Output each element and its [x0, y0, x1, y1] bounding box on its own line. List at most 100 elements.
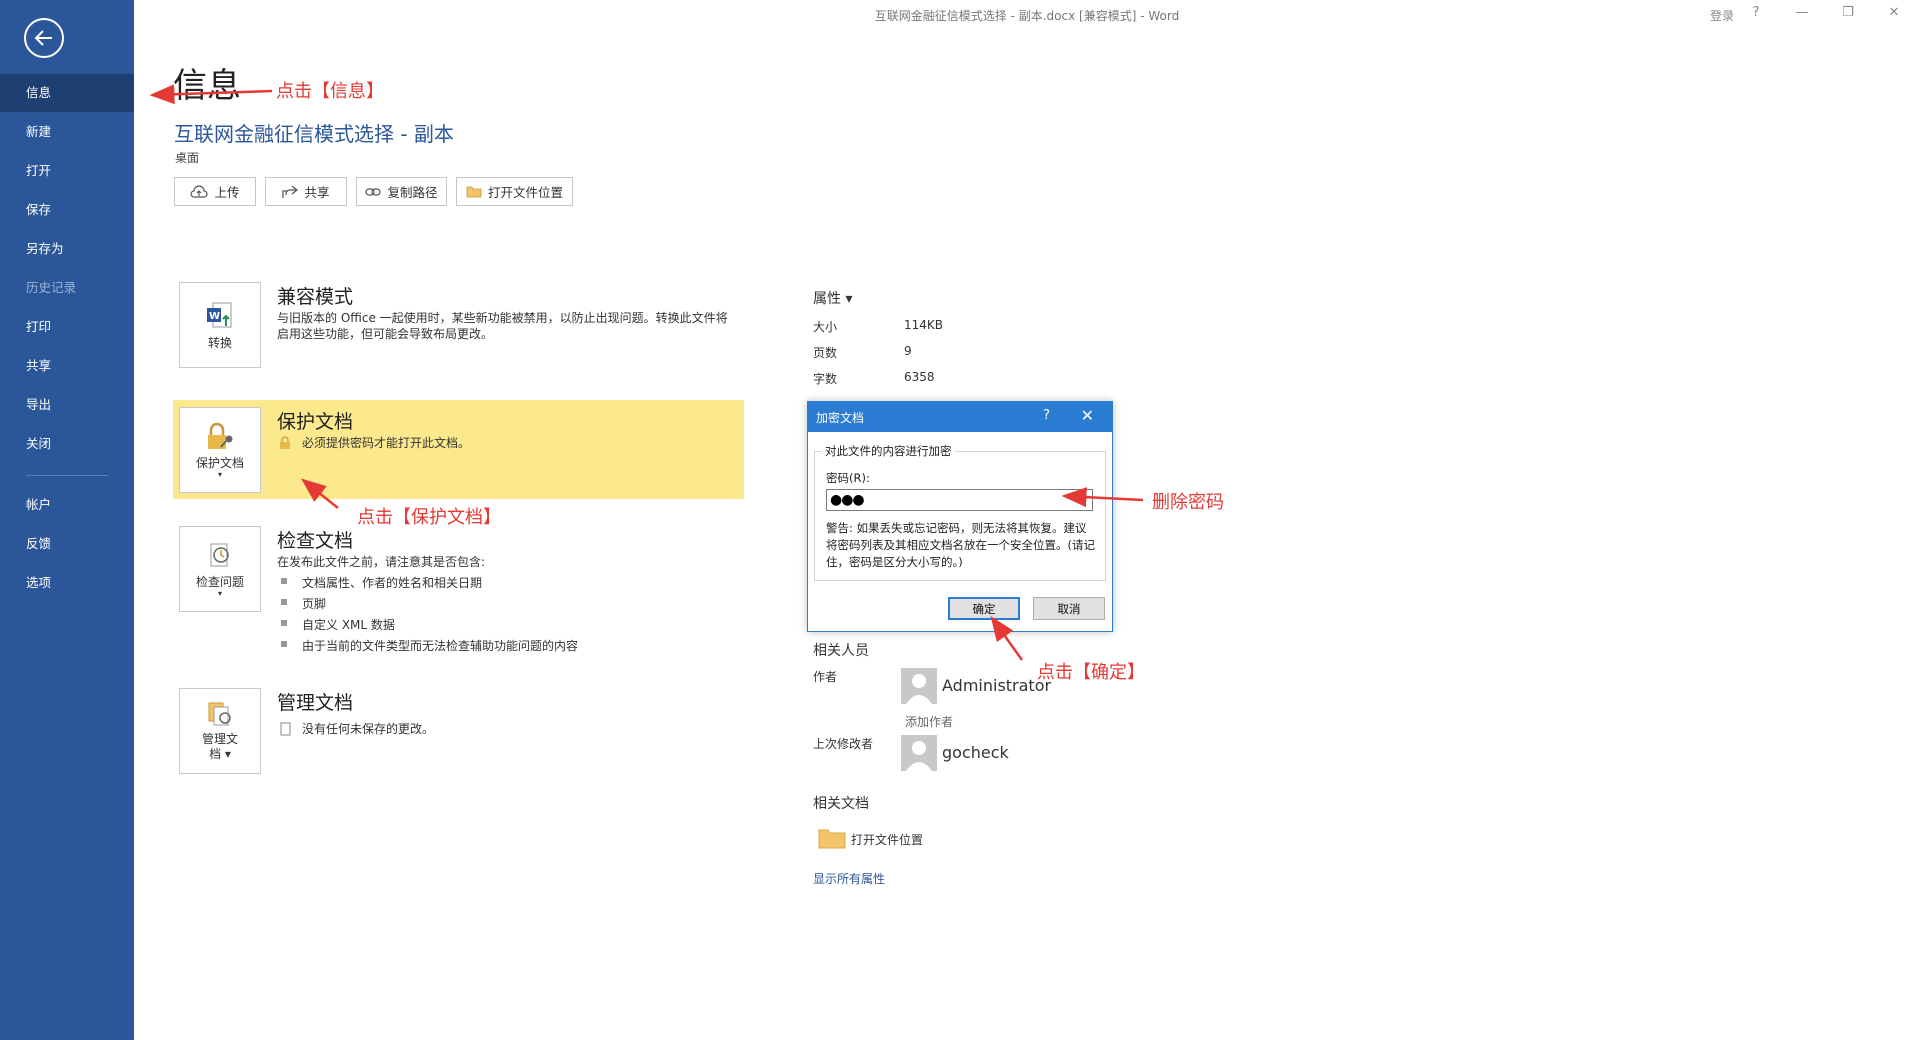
author-label: 作者: [813, 670, 838, 684]
nav-save[interactable]: 保存: [0, 191, 134, 229]
nav-close[interactable]: 关闭: [0, 425, 134, 463]
upload-button[interactable]: 上传: [174, 177, 256, 206]
copy-path-label: 复制路径: [387, 185, 438, 200]
protect-document-label: 保护文档: [195, 455, 244, 470]
chevron-down-icon: ▾: [217, 469, 222, 479]
last-modified-label: 上次修改者: [813, 737, 874, 751]
last-modified-avatar: [901, 735, 937, 771]
related-docs-heading: 相关文档: [813, 796, 869, 812]
inspect-bullet-text: 页脚: [302, 597, 327, 611]
nav-history[interactable]: 历史记录: [0, 269, 134, 307]
back-arrow-icon: [34, 30, 52, 46]
inspect-bullet-text: 文档属性、作者的姓名和相关日期: [302, 576, 483, 590]
ok-button[interactable]: 确定: [948, 597, 1020, 620]
annotation-delete-password: 删除密码: [1152, 492, 1224, 513]
cancel-button[interactable]: 取消: [1033, 597, 1105, 620]
add-author-link[interactable]: 添加作者: [905, 713, 953, 730]
author-avatar: [901, 668, 937, 704]
nav-save-as[interactable]: 另存为: [0, 230, 134, 268]
show-all-properties-link[interactable]: 显示所有属性: [813, 870, 885, 887]
title-bar: 互联网金融征信模式选择 - 副本.docx [兼容模式] - Word 登录 ?…: [134, 0, 1920, 30]
encrypt-document-dialog: 加密文档 ? ✕ 对此文件的内容进行加密 密码(R): ●●● 警告: 如果丢失…: [807, 401, 1113, 632]
dialog-title-bar: 加密文档 ? ✕: [808, 402, 1112, 432]
inspect-bullet: 文档属性、作者的姓名和相关日期: [281, 574, 482, 591]
open-file-location-label: 打开文件位置: [487, 185, 563, 200]
dialog-help-button[interactable]: ?: [1043, 408, 1050, 423]
prop-words-value: 6358: [904, 370, 935, 384]
open-file-location-button[interactable]: 打开文件位置: [456, 177, 573, 206]
dialog-close-button[interactable]: ✕: [1081, 406, 1094, 425]
cloud-upload-icon: [190, 184, 209, 198]
nav-options[interactable]: 选项: [0, 564, 134, 602]
lock-key-icon: [208, 422, 233, 449]
nav-info[interactable]: 信息: [0, 74, 134, 112]
compat-mode-desc-2: 启用这些功能，但可能会导致布局更改。: [277, 327, 494, 341]
help-button[interactable]: ?: [1742, 5, 1770, 25]
minimize-button[interactable]: —: [1788, 5, 1816, 25]
back-button[interactable]: [24, 18, 64, 58]
password-input[interactable]: ●●●: [826, 489, 1093, 511]
person-icon: [906, 741, 932, 771]
link-icon: [365, 187, 382, 196]
word-convert-icon: W: [207, 302, 232, 327]
nav-print[interactable]: 打印: [0, 308, 134, 346]
document-location: 桌面: [175, 151, 200, 165]
prop-size-label: 大小: [813, 320, 838, 334]
nav-account[interactable]: 帐户: [0, 486, 134, 524]
properties-heading[interactable]: 属性 ▾: [813, 288, 852, 308]
encrypt-group-label: 对此文件的内容进行加密: [822, 443, 955, 459]
backstage-sidebar: 信息 新建 打开 保存 另存为 历史记录 打印 共享 导出 关闭 帐户 反馈 选…: [0, 0, 134, 1040]
compat-mode-desc-1: 与旧版本的 Office 一起使用时，某些新功能被禁用，以防止出现问题。转换此文…: [277, 311, 728, 325]
svg-text:W: W: [209, 311, 220, 322]
nav-open[interactable]: 打开: [0, 152, 134, 190]
manage-label-line2: 档: [209, 747, 222, 761]
manage-label-line1: 管理文: [201, 732, 238, 746]
inspect-document-tile[interactable]: 检查问题 ▾: [179, 526, 261, 612]
protect-document-title: 保护文档: [277, 411, 354, 433]
prop-size-value: 114KB: [904, 318, 944, 332]
inspect-document-desc: 在发布此文件之前，请注意其是否包含:: [277, 555, 486, 569]
upload-label: 上传: [214, 185, 240, 200]
nav-share[interactable]: 共享: [0, 347, 134, 385]
prop-words-label: 字数: [813, 372, 838, 386]
chevron-down-icon: ▾: [217, 588, 222, 598]
manage-document-icon: [208, 702, 231, 726]
protect-document-desc: 必须提供密码才能打开此文档。: [302, 436, 471, 450]
signin-link[interactable]: 登录: [1710, 7, 1734, 24]
nav-export[interactable]: 导出: [0, 386, 134, 424]
manage-document-tile[interactable]: 管理文档 ▾: [179, 688, 261, 774]
inspect-bullet-text: 自定义 XML 数据: [302, 618, 395, 632]
nav-feedback[interactable]: 反馈: [0, 525, 134, 563]
related-people-heading: 相关人员: [813, 643, 869, 659]
inspect-document-label: 检查问题: [195, 574, 244, 589]
convert-label: 转换: [207, 335, 232, 350]
author-name[interactable]: Administrator: [942, 676, 1051, 695]
share-label: 共享: [304, 185, 330, 200]
last-modified-name[interactable]: gocheck: [942, 743, 1009, 762]
protect-document-tile[interactable]: 保护文档 ▾: [179, 407, 261, 493]
inspect-document-title: 检查文档: [277, 530, 354, 552]
inspect-bullet-text: 由于当前的文件类型而无法检查辅助功能问题的内容: [302, 639, 579, 653]
share-button[interactable]: 共享: [265, 177, 347, 206]
manage-document-label: 管理文档 ▾: [201, 732, 238, 761]
window-title: 互联网金融征信模式选择 - 副本.docx [兼容模式] - Word: [874, 9, 1180, 23]
nav-divider: [26, 475, 108, 476]
dialog-title: 加密文档: [816, 411, 865, 425]
related-open-location-link[interactable]: 打开文件位置: [851, 831, 923, 848]
convert-tile[interactable]: W 转换: [179, 282, 261, 368]
manage-document-desc: 没有任何未保存的更改。: [302, 722, 435, 736]
annotation-click-protect: 点击【保护文档】: [357, 507, 501, 528]
inspect-bullet: 由于当前的文件类型而无法检查辅助功能问题的内容: [281, 637, 578, 654]
folder-icon: [818, 829, 846, 849]
copy-path-button[interactable]: 复制路径: [356, 177, 447, 206]
restore-button[interactable]: ❐: [1834, 5, 1862, 25]
document-small-icon: [280, 722, 291, 736]
inspect-bullet: 自定义 XML 数据: [281, 616, 395, 633]
person-icon: [906, 674, 932, 704]
manage-document-title: 管理文档: [277, 692, 354, 714]
close-window-button[interactable]: ✕: [1880, 5, 1908, 25]
compat-mode-title: 兼容模式: [277, 286, 354, 308]
nav-new[interactable]: 新建: [0, 113, 134, 151]
share-icon: [282, 185, 299, 198]
annotation-click-info: 点击【信息】: [276, 81, 384, 102]
